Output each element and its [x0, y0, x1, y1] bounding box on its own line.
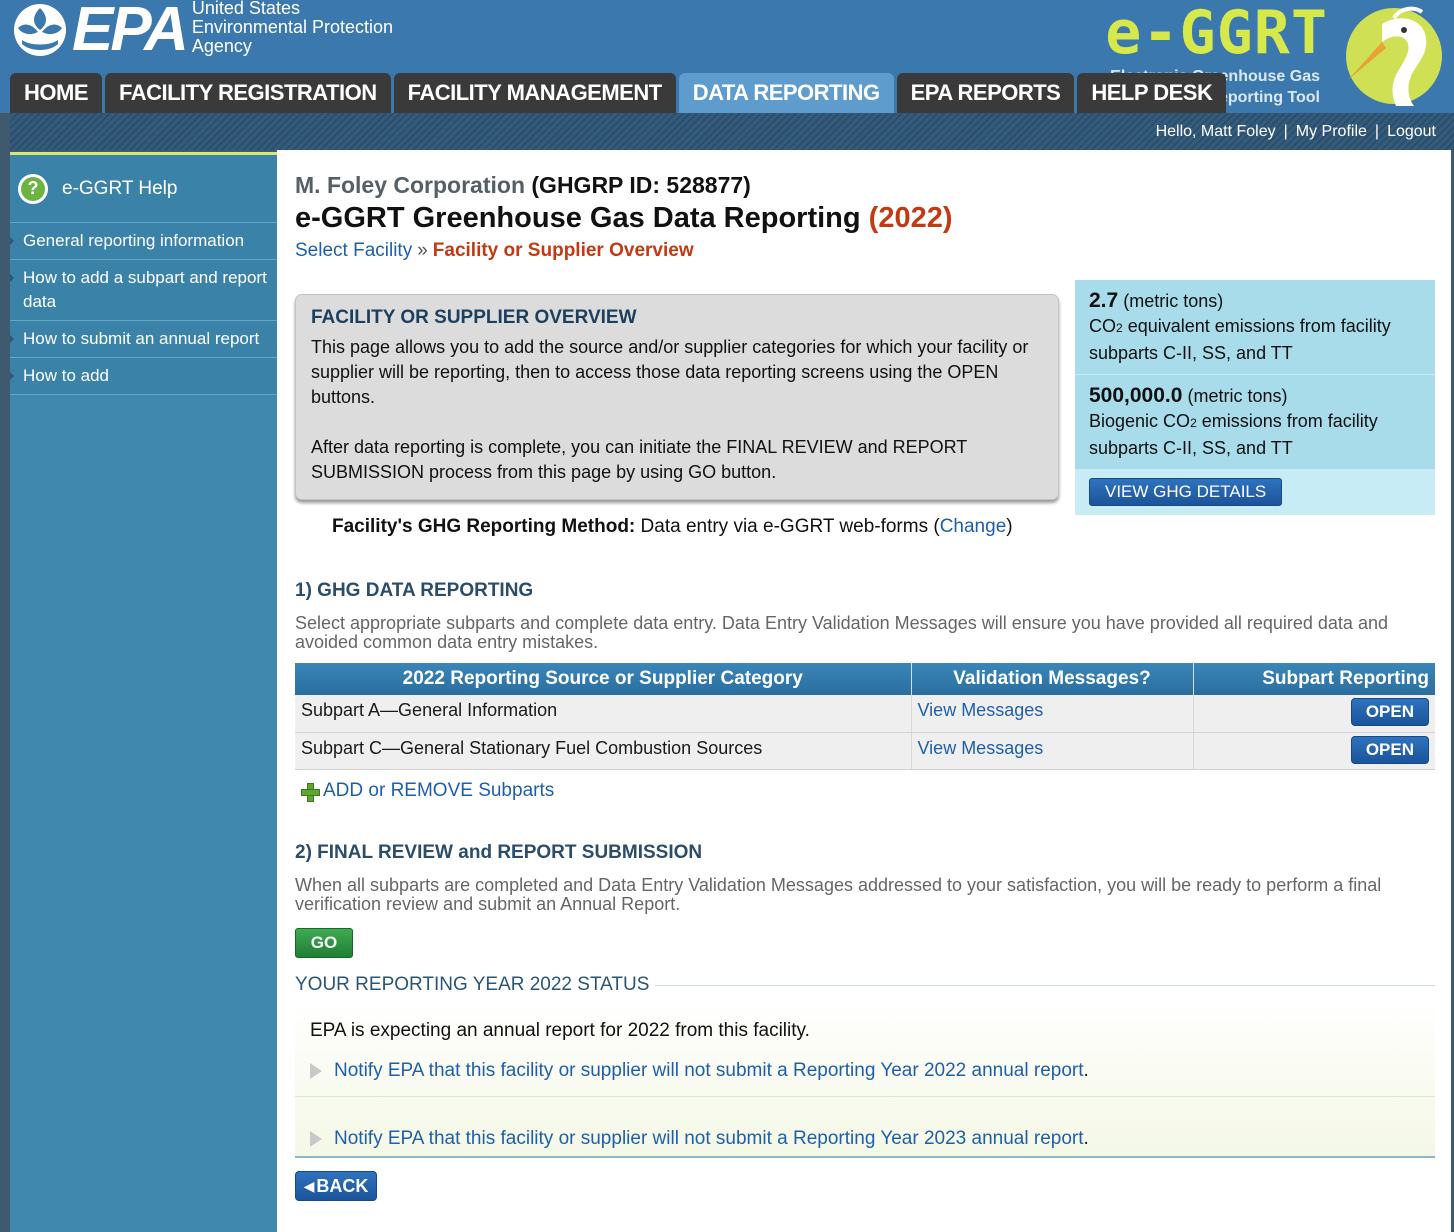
organization-name: M. Foley Corporation — [295, 172, 525, 198]
separator: | — [1283, 122, 1288, 140]
tab-facility-registration[interactable]: FACILITY REGISTRATION — [105, 73, 391, 113]
divider — [295, 1096, 1435, 1097]
validation-cell: View Messages — [910, 695, 1193, 733]
add-remove-subparts-link[interactable]: ADD or REMOVE Subparts — [323, 780, 554, 802]
organization-line: M. Foley Corporation (GHGRP ID: 528877) — [295, 172, 751, 199]
epa-flower-icon — [14, 4, 66, 56]
back-button[interactable]: ◀ BACK — [295, 1171, 377, 1201]
page-title: e-GGRT Greenhouse Gas Data Reporting (20… — [295, 202, 953, 234]
notify-2022-row: Notify EPA that this facility or supplie… — [310, 1060, 1089, 1082]
action-cell: OPEN — [1192, 732, 1435, 770]
agency-name: United States Environmental Protection A… — [191, 0, 393, 56]
subpart-category-cell: Subpart C—General Stationary Fuel Combus… — [295, 732, 911, 770]
sidebar-item-general-reporting[interactable]: General reporting information — [10, 223, 277, 260]
emissions-summary: 2.7 (metric tons) CO2 equivalent emissio… — [1075, 280, 1435, 515]
egret-bird-icon — [1346, 6, 1442, 106]
epa-logo[interactable]: EPA United States Environmental Protecti… — [10, 0, 393, 64]
sidebar-item-submit-report[interactable]: How to submit an annual report — [10, 321, 277, 358]
logout-link[interactable]: Logout — [1387, 123, 1436, 141]
subparts-table: 2022 Reporting Source or Supplier Catego… — [295, 663, 1435, 770]
sidebar-help-header[interactable]: ? e-GGRT Help — [10, 155, 277, 223]
validation-cell: View Messages — [910, 732, 1193, 770]
change-method-link[interactable]: Change — [940, 516, 1007, 537]
column-header-category: 2022 Reporting Source or Supplier Catego… — [295, 663, 911, 695]
subpart-category-cell: Subpart A—General Information — [295, 695, 911, 733]
my-profile-link[interactable]: My Profile — [1296, 123, 1367, 141]
help-sidebar: ? e-GGRT Help General reporting informat… — [10, 152, 277, 1232]
breadcrumb-select-facility[interactable]: Select Facility — [295, 240, 412, 261]
status-panel: EPA is expecting an annual report for 20… — [295, 998, 1435, 1158]
tab-data-reporting[interactable]: DATA REPORTING — [678, 73, 894, 113]
main-nav-tabs: HOME FACILITY REGISTRATION FACILITY MANA… — [10, 73, 1229, 113]
biogenic-emissions: 500,000.0 (metric tons) Biogenic CO2 emi… — [1075, 375, 1435, 470]
status-expecting-text: EPA is expecting an annual report for 20… — [310, 1020, 810, 1041]
section-ghg-data-reporting-title: 1) GHG DATA REPORTING — [295, 580, 534, 601]
site-header: EPA United States Environmental Protecti… — [0, 0, 1454, 113]
overview-panel: FACILITY OR SUPPLIER OVERVIEW This page … — [295, 294, 1059, 500]
epa-wordmark: EPA — [72, 0, 189, 64]
tab-epa-reports[interactable]: EPA REPORTS — [896, 73, 1075, 113]
view-ghg-details-button[interactable]: VIEW GHG DETAILS — [1089, 478, 1283, 506]
notify-2022-link[interactable]: Notify EPA that this facility or supplie… — [334, 1060, 1084, 1082]
divider — [655, 984, 1435, 986]
column-header-subpart-reporting: Subpart Reporting — [1192, 663, 1435, 695]
sidebar-item-add-subpart[interactable]: How to add a subpart and report data — [10, 260, 277, 321]
open-subpart-button[interactable]: OPEN — [1350, 698, 1429, 726]
open-subpart-button[interactable]: OPEN — [1350, 735, 1429, 764]
co2e-emissions: 2.7 (metric tons) CO2 equivalent emissio… — [1075, 280, 1435, 375]
table-header-row: 2022 Reporting Source or Supplier Catego… — [295, 663, 1435, 695]
go-button[interactable]: GO — [295, 928, 353, 958]
breadcrumb: Select Facility» Facility or Supplier Ove… — [295, 240, 694, 262]
add-remove-subparts[interactable]: ADD or REMOVE Subparts — [301, 780, 554, 802]
separator: | — [1374, 122, 1380, 140]
section-ghg-data-reporting-desc: Select appropriate subparts and complete… — [295, 613, 1388, 652]
table-row: Subpart A—General Information View Messa… — [295, 695, 1435, 733]
table-row: Subpart C—General Stationary Fuel Combus… — [295, 732, 1435, 770]
reporting-method: Facility's GHG Reporting Method: Data en… — [332, 516, 1013, 537]
reporting-method-label: Facility's GHG Reporting Method: — [332, 516, 636, 537]
notify-2023-row: Notify EPA that this facility or supplie… — [310, 1128, 1089, 1150]
tab-facility-management[interactable]: FACILITY MANAGEMENT — [393, 73, 676, 113]
details-button-row: VIEW GHG DETAILS — [1075, 470, 1435, 515]
column-header-validation: Validation Messages? — [910, 663, 1193, 695]
user-greeting-link[interactable]: Hello, Matt Foley — [1156, 123, 1276, 141]
tab-home[interactable]: HOME — [10, 73, 102, 113]
sidebar-item-how-to-add[interactable]: How to add — [10, 358, 277, 395]
plus-icon — [301, 782, 320, 802]
section-final-review-title: 2) FINAL REVIEW and REPORT SUBMISSION — [295, 842, 703, 863]
reporting-year: (2022) — [868, 202, 953, 234]
status-heading: YOUR REPORTING YEAR 2022 STATUS — [295, 974, 1435, 996]
ghgrp-id: (GHGRP ID: 528877) — [531, 172, 751, 198]
main-content: M. Foley Corporation (GHGRP ID: 528877) … — [277, 150, 1451, 1232]
back-arrow-icon: ◀ — [303, 1177, 315, 1194]
notify-2023-link[interactable]: Notify EPA that this facility or supplie… — [334, 1128, 1084, 1150]
overview-text: This page allows you to add the source a… — [311, 337, 1029, 482]
triangle-right-icon — [310, 1063, 322, 1079]
sidebar-help-label: e-GGRT Help — [62, 177, 178, 199]
help-question-icon: ? — [18, 173, 48, 204]
triangle-right-icon — [310, 1131, 322, 1147]
eggrt-logo-title: e-GGRT — [1105, 0, 1328, 68]
reporting-method-value: Data entry via e-GGRT web-forms ( — [640, 516, 940, 537]
tab-help-desk[interactable]: HELP DESK — [1077, 73, 1227, 113]
breadcrumb-separator: » — [417, 240, 428, 261]
section-final-review-desc: When all subparts are completed and Data… — [295, 875, 1382, 914]
action-cell: OPEN — [1192, 695, 1435, 733]
user-bar: Hello, Matt Foley | My Profile | Logout — [10, 113, 1454, 150]
overview-title: FACILITY OR SUPPLIER OVERVIEW — [311, 307, 637, 328]
view-messages-link[interactable]: View Messages — [918, 738, 1044, 758]
breadcrumb-current: Facility or Supplier Overview — [432, 240, 694, 261]
view-messages-link[interactable]: View Messages — [918, 700, 1044, 720]
